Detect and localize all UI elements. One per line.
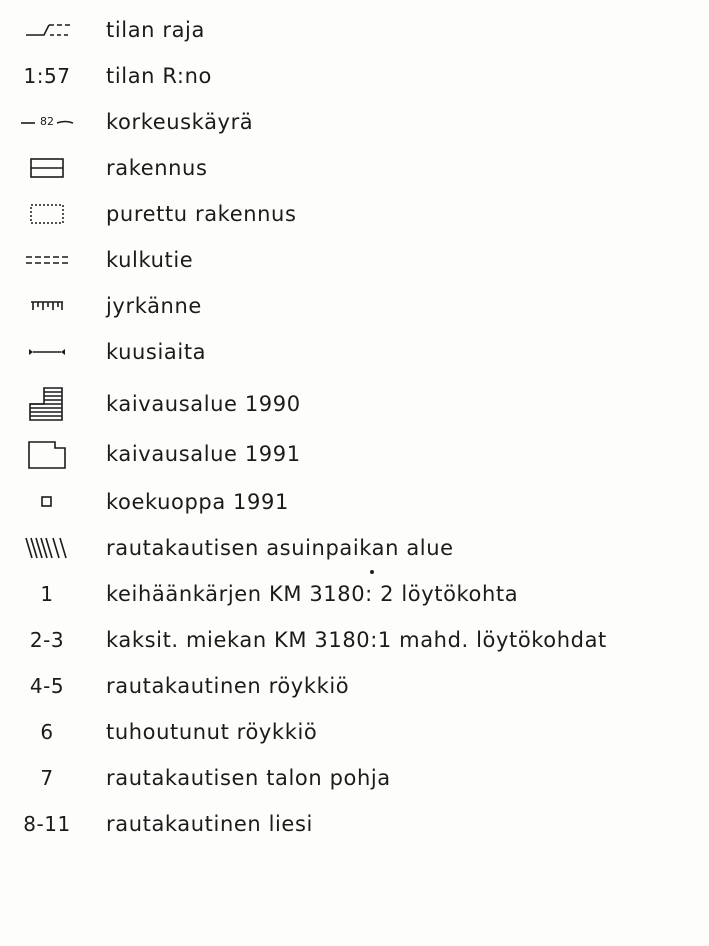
legend-row-excavation-1991: kaivausalue 1991 xyxy=(0,430,709,478)
legend-code: 2-3 xyxy=(29,628,65,652)
legend-label: rautakautinen röykkiö xyxy=(106,674,350,698)
legend-row-spruce-hedge: kuusiaita xyxy=(0,332,709,372)
legend-code: 1:57 xyxy=(23,64,71,88)
demolished-building-icon xyxy=(10,194,84,234)
legend-code: 6 xyxy=(40,720,54,744)
legend-label: kaivausalue 1991 xyxy=(106,442,301,466)
legend-code: 4-5 xyxy=(29,674,65,698)
legend-row-contour-line: 82 korkeuskäyrä xyxy=(0,102,709,142)
legend-label: korkeuskäyrä xyxy=(106,110,254,134)
legend-row-property-boundary: tilan raja xyxy=(0,10,709,50)
building-icon xyxy=(10,148,84,188)
legend-row-settlement-area: rautakautisen asuinpaikan alue xyxy=(0,528,709,568)
legend-row-destroyed-cairn: 6 tuhoutunut röykkiö xyxy=(0,712,709,752)
legend-row-escarpment: jyrkänne xyxy=(0,286,709,326)
test-pit-icon xyxy=(10,482,84,522)
legend-label: purettu rakennus xyxy=(106,202,297,226)
legend-row-path: kulkutie xyxy=(0,240,709,280)
property-boundary-icon xyxy=(10,10,84,50)
legend-label: koekuoppa 1991 xyxy=(106,490,289,514)
legend-code: 1 xyxy=(40,582,54,606)
legend-label: tuhoutunut röykkiö xyxy=(106,720,318,744)
legend-label: rautakautinen liesi xyxy=(106,812,313,836)
legend-label: jyrkänne xyxy=(106,294,202,318)
legend-label: kaksit. miekan KM 3180:1 mahd. löytökohd… xyxy=(106,628,607,652)
legend-label: kaivausalue 1990 xyxy=(106,392,301,416)
excavation-area-1991-icon xyxy=(10,430,84,478)
legend-row-test-pit: koekuoppa 1991 xyxy=(0,482,709,522)
legend-label: kulkutie xyxy=(106,248,194,272)
legend-row-property-number: 1:57 tilan R:no xyxy=(0,56,709,96)
legend-row-building: rakennus xyxy=(0,148,709,188)
path-icon xyxy=(10,240,84,280)
legend-row-house-foundation: 7 rautakautisen talon pohja xyxy=(0,758,709,798)
legend-row-hearth: 8-11 rautakautinen liesi xyxy=(0,804,709,844)
excavation-area-1990-icon xyxy=(10,380,84,428)
settlement-area-hatch-icon xyxy=(10,528,84,568)
legend-row-spearhead-find: 1 keihäänkärjen KM 3180: 2 löytökohta xyxy=(0,574,709,614)
contour-line-value: 82 xyxy=(40,115,54,128)
legend-code: 7 xyxy=(40,766,54,790)
legend-label: tilan raja xyxy=(106,18,205,42)
legend-label: rautakautisen talon pohja xyxy=(106,766,391,790)
spruce-hedge-icon xyxy=(10,332,84,372)
legend-label: tilan R:no xyxy=(106,64,212,88)
legend-label: rakennus xyxy=(106,156,208,180)
legend-label: kuusiaita xyxy=(106,340,207,364)
legend-row-excavation-1990: kaivausalue 1990 xyxy=(0,380,709,428)
legend-row-cairn: 4-5 rautakautinen röykkiö xyxy=(0,666,709,706)
escarpment-icon xyxy=(10,286,84,326)
map-legend: tilan raja 1:57 tilan R:no 82 korkeuskäy… xyxy=(0,0,709,946)
legend-label: rautakautisen asuinpaikan alue xyxy=(106,536,454,560)
legend-row-demolished-building: purettu rakennus xyxy=(0,194,709,234)
legend-code: 8-11 xyxy=(23,812,71,836)
legend-label: keihäänkärjen KM 3180: 2 löytökohta xyxy=(106,582,519,606)
legend-row-sword-find: 2-3 kaksit. miekan KM 3180:1 mahd. löytö… xyxy=(0,620,709,660)
